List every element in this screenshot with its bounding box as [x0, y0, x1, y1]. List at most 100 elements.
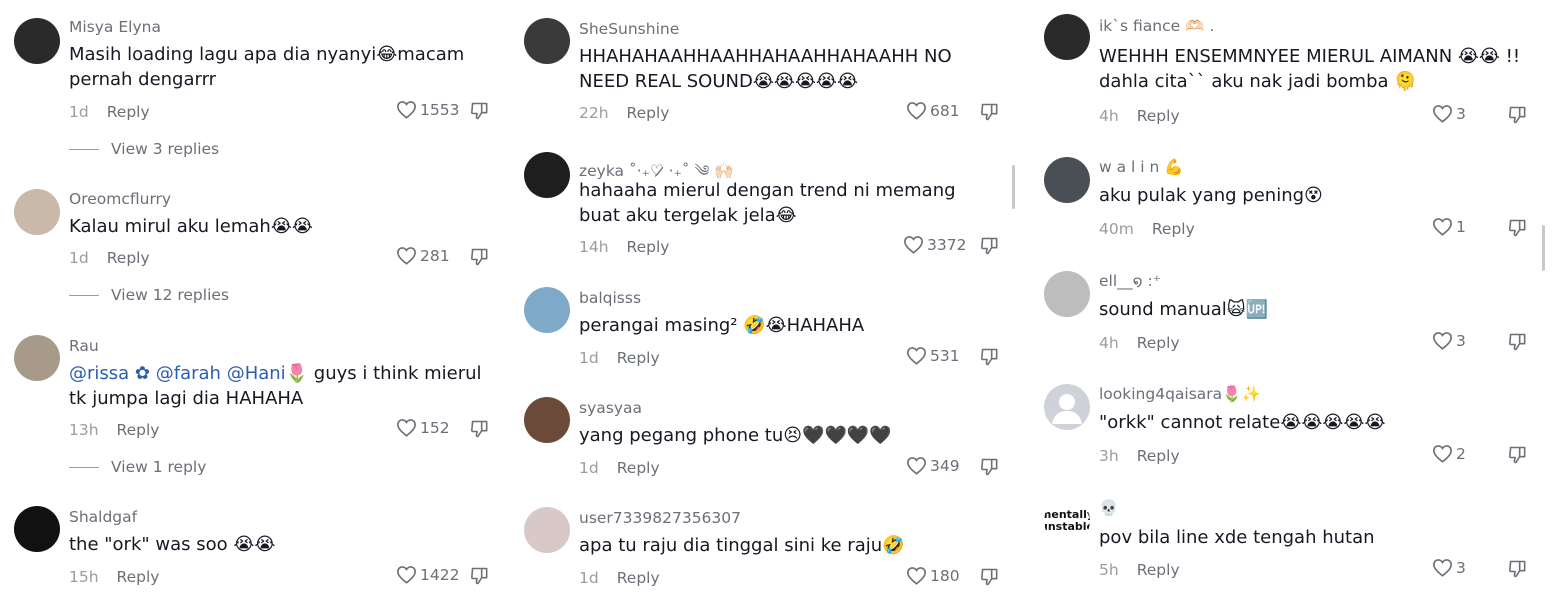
heart-icon	[1433, 445, 1452, 463]
avatar[interactable]	[524, 152, 570, 198]
heart-icon	[1433, 218, 1452, 236]
avatar[interactable]	[524, 507, 570, 553]
scrollbar-thumb[interactable]	[1542, 225, 1545, 271]
reply-button[interactable]: Reply	[1152, 220, 1195, 238]
reply-button[interactable]: Reply	[627, 238, 670, 256]
like-button[interactable]: 1422	[396, 565, 459, 584]
mention-link[interactable]: @rissa ✿	[69, 363, 150, 384]
comment-meta: 40m Reply	[1099, 220, 1195, 238]
reply-button[interactable]: Reply	[627, 104, 670, 122]
avatar[interactable]	[1044, 157, 1090, 203]
like-button[interactable]: 281	[396, 246, 450, 265]
reply-button[interactable]: Reply	[117, 421, 160, 439]
avatar[interactable]	[1044, 14, 1090, 60]
reply-button[interactable]: Reply	[1137, 107, 1180, 125]
like-button[interactable]: 3	[1432, 104, 1466, 123]
dislike-icon[interactable]	[1508, 559, 1528, 579]
comment-meta: 1d Reply	[579, 569, 660, 587]
default-avatar-icon	[1052, 394, 1082, 424]
like-button[interactable]: 180	[906, 566, 960, 585]
username[interactable]: balqisss	[579, 289, 641, 307]
avatar[interactable]	[1044, 384, 1090, 430]
username[interactable]: Rau	[69, 337, 99, 355]
timestamp: 15h	[69, 568, 99, 586]
like-button[interactable]: 3	[1432, 558, 1466, 577]
dislike-icon[interactable]	[980, 347, 1000, 367]
reply-button[interactable]: Reply	[1137, 334, 1180, 352]
avatar[interactable]	[14, 18, 60, 64]
like-count: 3372	[927, 235, 967, 254]
like-button[interactable]: 681	[906, 101, 960, 120]
username[interactable]: SheSunshine	[579, 20, 679, 38]
like-button[interactable]: 349	[906, 456, 960, 475]
dislike-icon[interactable]	[470, 247, 490, 267]
like-button[interactable]: 1553	[396, 100, 459, 119]
like-button[interactable]: 2	[1432, 444, 1466, 463]
like-button[interactable]: 152	[396, 418, 450, 437]
comment-text: Kalau mirul aku lemah😭😭	[69, 216, 313, 237]
comment-meta: 4h Reply	[1099, 334, 1180, 352]
view-replies-button[interactable]: View 1 reply	[69, 458, 206, 476]
dislike-icon[interactable]	[1508, 445, 1528, 465]
avatar[interactable]	[1044, 271, 1090, 317]
dislike-icon[interactable]	[470, 566, 490, 586]
reply-button[interactable]: Reply	[617, 349, 660, 367]
heart-icon	[904, 236, 923, 254]
username[interactable]: Oreomcflurry	[69, 190, 171, 208]
avatar[interactable]	[14, 506, 60, 552]
view-replies-button[interactable]: View 12 replies	[69, 286, 229, 304]
dislike-icon[interactable]	[980, 457, 1000, 477]
reply-button[interactable]: Reply	[107, 249, 150, 267]
mention-link[interactable]: @Hani	[227, 363, 286, 384]
avatar[interactable]	[14, 189, 60, 235]
username[interactable]: Shaldgaf	[69, 508, 137, 526]
dislike-icon[interactable]	[980, 236, 1000, 256]
username[interactable]: ik`s fiance 🫶🏻 .	[1099, 17, 1214, 35]
username[interactable]: ell__໑ :⁺	[1099, 272, 1161, 290]
timestamp: 1d	[579, 459, 599, 477]
username[interactable]: Misya Elyna	[69, 18, 161, 36]
comment-meta: 1d Reply	[579, 459, 660, 477]
reply-button[interactable]: Reply	[617, 459, 660, 477]
dislike-icon[interactable]	[1508, 218, 1528, 238]
username[interactable]: syasyaa	[579, 399, 642, 417]
comment-meta: 5h Reply	[1099, 561, 1180, 579]
dislike-icon[interactable]	[470, 101, 490, 121]
like-button[interactable]: 3	[1432, 331, 1466, 350]
heart-icon	[1433, 332, 1452, 350]
username[interactable]: 💀	[1099, 499, 1118, 517]
view-replies-button[interactable]: View 3 replies	[69, 140, 219, 158]
timestamp: 1d	[69, 249, 89, 267]
dislike-icon[interactable]	[1508, 105, 1528, 125]
username[interactable]: looking4qaisara🌷✨	[1099, 385, 1261, 403]
dislike-icon[interactable]	[470, 419, 490, 439]
like-count: 3	[1456, 104, 1466, 123]
like-button[interactable]: 3372	[903, 235, 966, 254]
comment-text: yang pegang phone tu😣🖤🖤🖤🖤	[579, 425, 892, 446]
dislike-icon[interactable]	[980, 102, 1000, 122]
dislike-icon[interactable]	[980, 567, 1000, 587]
username[interactable]: w a l i n 💪	[1099, 158, 1184, 176]
reply-button[interactable]: Reply	[117, 568, 160, 586]
username[interactable]: user7339827356307	[579, 509, 741, 527]
mention-link[interactable]: @farah	[156, 363, 221, 384]
timestamp: 5h	[1099, 561, 1119, 579]
reply-button[interactable]: Reply	[1137, 447, 1180, 465]
comment-meta: 1d Reply	[69, 249, 150, 267]
avatar[interactable]	[524, 397, 570, 443]
like-button[interactable]: 531	[906, 346, 960, 365]
avatar[interactable]	[524, 287, 570, 333]
dislike-icon[interactable]	[1508, 332, 1528, 352]
avatar[interactable]	[524, 18, 570, 64]
heart-icon	[397, 419, 416, 437]
heart-icon	[907, 347, 926, 365]
reply-button[interactable]: Reply	[1137, 561, 1180, 579]
avatar[interactable]	[14, 335, 60, 381]
like-button[interactable]: 1	[1432, 217, 1466, 236]
reply-button[interactable]: Reply	[617, 569, 660, 587]
avatar[interactable]: mentally unstable	[1044, 498, 1090, 544]
scrollbar-thumb[interactable]	[1012, 165, 1015, 209]
reply-button[interactable]: Reply	[107, 103, 150, 121]
comment-text: @rissa ✿ @farah @Hani🌷 guys i think mier…	[69, 361, 499, 411]
comment-text: HHAHAHAAHHAAHHAHAAHHAHAAHH NO NEED REAL …	[579, 46, 952, 92]
